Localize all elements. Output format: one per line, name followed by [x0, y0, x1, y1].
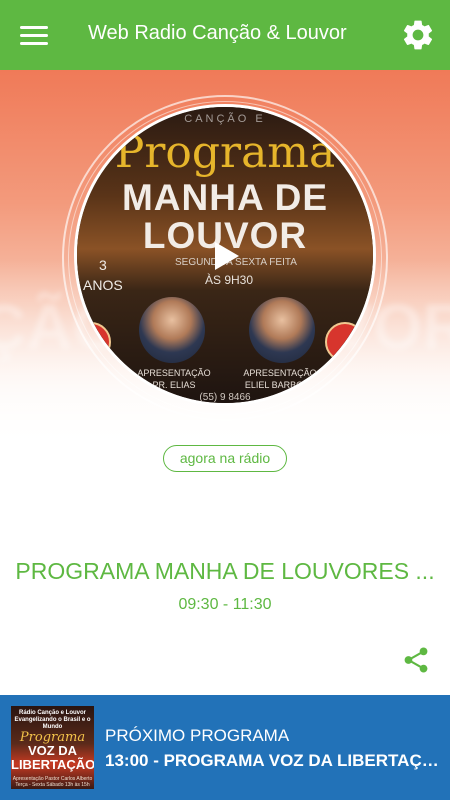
next-program-label: PRÓXIMO PROGRAMA — [105, 726, 290, 745]
cover-script-title: Programa — [114, 127, 336, 178]
cover-time: ÀS 9H30 — [205, 273, 254, 287]
thumb-header: Rádio Canção e Louvor Evangelizando o Br… — [14, 710, 91, 730]
play-icon[interactable] — [211, 240, 241, 272]
thumb-footer: Apresentação Pastor Carlos Alberto Terça… — [12, 776, 93, 788]
gear-icon[interactable] — [400, 17, 436, 53]
now-on-radio-chip[interactable]: agora na rádio — [163, 445, 287, 472]
next-program-bar[interactable]: Rádio Canção e Louvor Evangelizando o Br… — [0, 695, 450, 800]
thumb-title: VOZ DA LIBERTAÇÃO — [11, 743, 94, 772]
cover-title-line1: MANHA DE — [121, 177, 328, 218]
radio-badge-right — [325, 322, 365, 362]
host-photo-left — [139, 297, 205, 363]
host-photo-right — [249, 297, 315, 363]
share-icon[interactable] — [403, 646, 429, 674]
next-program-title: 13:00 - PROGRAMA VOZ DA LIBERTAÇÃ... — [105, 751, 445, 770]
next-program-thumbnail: Rádio Canção e Louvor Evangelizando o Br… — [11, 706, 94, 789]
current-program-schedule: 09:30 - 11:30 — [178, 596, 272, 613]
cover-phone: (55) 9 8466 — [199, 392, 251, 403]
app-bar: Web Radio Canção & Louvor — [0, 0, 450, 70]
host-caption-left: APRESENTAÇÃO PR. ELIAS — [137, 368, 211, 390]
app-title: Web Radio Canção & Louvor — [88, 22, 347, 44]
cover-brand-text: CANÇÃO E — [184, 113, 266, 125]
current-program-title: PROGRAMA MANHA DE LOUVORES ... — [15, 558, 435, 584]
host-caption-right: APRESENTAÇÃO ELIEL BARBOSA — [243, 368, 317, 390]
cover-years: 3 ANOS — [83, 257, 123, 293]
hamburger-menu-icon[interactable] — [20, 26, 48, 46]
